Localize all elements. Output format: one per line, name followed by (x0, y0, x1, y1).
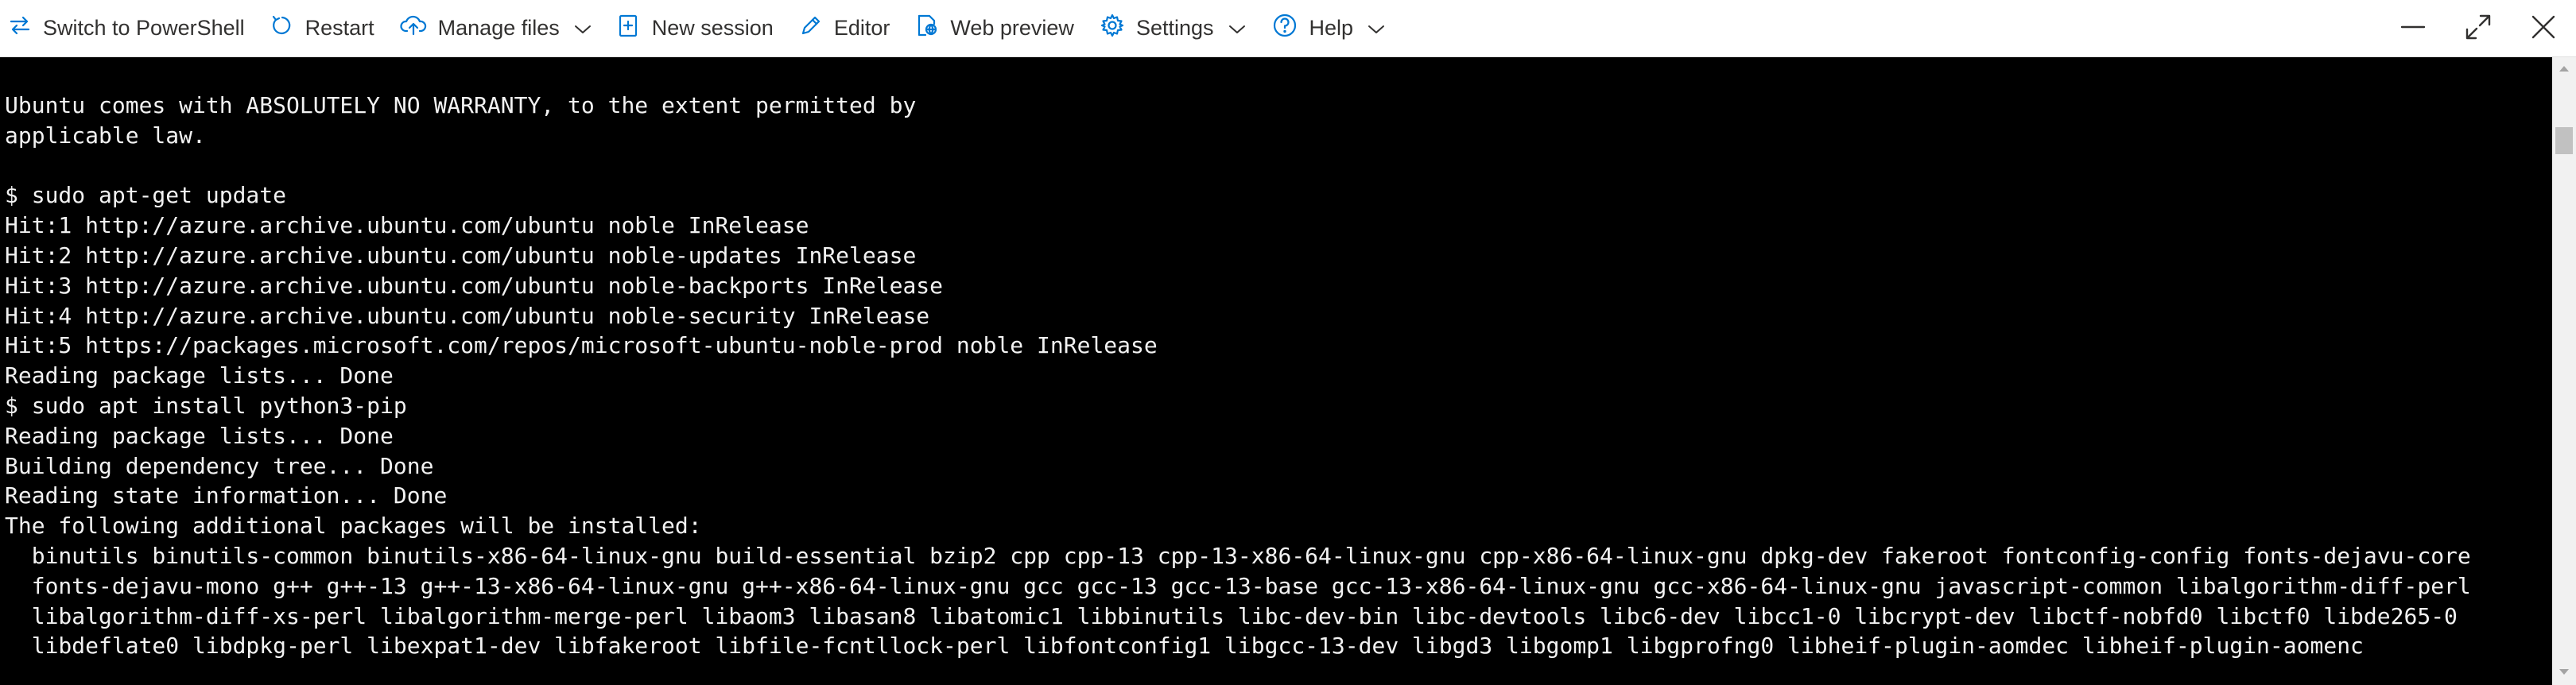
terminal-line: Building dependency tree... Done (5, 452, 434, 479)
switch-arrows-icon (8, 14, 32, 43)
editor-label: Editor (833, 16, 890, 40)
restart-button[interactable]: Restart (259, 0, 389, 57)
minimize-icon (2399, 14, 2427, 45)
web-preview-icon (915, 13, 939, 44)
terminal-line: Hit:3 http://azure.archive.ubuntu.com/ub… (5, 272, 944, 299)
manage-files-label: Manage files (437, 16, 560, 40)
pencil-icon (799, 14, 823, 43)
new-session-button[interactable]: New session (606, 0, 788, 57)
cloud-upload-icon (400, 14, 427, 43)
terminal-line: The following additional packages will b… (5, 513, 702, 540)
terminal-line: Hit:2 http://azure.archive.ubuntu.com/ub… (5, 242, 917, 269)
help-label: Help (1309, 16, 1354, 40)
switch-to-powershell-label: Switch to PowerShell (43, 16, 245, 40)
terminal-line: Reading package lists... Done (5, 362, 394, 389)
terminal-line: libalgorithm-diff-xs-perl libalgorithm-m… (5, 602, 2458, 629)
terminal-line: applicable law. (5, 122, 206, 149)
terminal-line: Hit:5 https://packages.microsoft.com/rep… (5, 332, 1158, 359)
minimize-button[interactable] (2380, 0, 2446, 57)
terminal-lines: Ubuntu comes with ABSOLUTELY NO WARRANTY… (5, 91, 2471, 661)
cloud-shell-toolbar: Switch to PowerShell Restart Manage file… (0, 0, 2576, 57)
scroll-up-arrow-icon (2559, 62, 2570, 76)
terminal-line: Ubuntu comes with ABSOLUTELY NO WARRANTY… (5, 92, 917, 118)
new-session-icon (617, 13, 641, 44)
restart-icon (270, 14, 294, 43)
chevron-down-icon (1368, 16, 1385, 41)
terminal-output[interactable]: Ubuntu comes with ABSOLUTELY NO WARRANTY… (0, 57, 2576, 685)
chevron-down-icon (574, 16, 592, 41)
scroll-up-button[interactable] (2552, 57, 2576, 81)
gear-icon (1100, 13, 1125, 44)
terminal-line: Reading state information... Done (5, 482, 448, 509)
maximize-icon (2464, 13, 2493, 45)
editor-button[interactable]: Editor (788, 0, 905, 57)
switch-to-powershell-button[interactable]: Switch to PowerShell (0, 0, 259, 57)
terminal-line: fonts-dejavu-mono g++ g++-13 g++-13-x86-… (5, 572, 2471, 599)
terminal-line: libdeflate0 libdpkg-perl libexpat1-dev l… (5, 633, 2364, 660)
terminal-line: $ sudo apt-get update (5, 182, 287, 209)
web-preview-label: Web preview (950, 16, 1074, 40)
terminal-line: Hit:4 http://azure.archive.ubuntu.com/ub… (5, 302, 930, 329)
terminal-line: Reading package lists... Done (5, 422, 394, 449)
terminal-scrollbar[interactable] (2552, 57, 2576, 685)
settings-label: Settings (1135, 16, 1214, 40)
settings-button[interactable]: Settings (1088, 0, 1260, 57)
maximize-button[interactable] (2446, 0, 2511, 57)
terminal-line: $ sudo apt install python3-pip (5, 392, 407, 419)
window-controls (2380, 0, 2576, 57)
web-preview-button[interactable]: Web preview (904, 0, 1088, 57)
chevron-down-icon (1228, 16, 1246, 41)
scroll-down-button[interactable] (2552, 661, 2576, 685)
terminal-line: Hit:1 http://azure.archive.ubuntu.com/ub… (5, 212, 809, 239)
terminal-line: binutils binutils-common binutils-x86-64… (5, 542, 2471, 569)
new-session-label: New session (651, 16, 774, 40)
close-button[interactable] (2511, 0, 2576, 57)
close-icon (2530, 14, 2557, 45)
manage-files-button[interactable]: Manage files (389, 0, 606, 57)
help-icon (1271, 12, 1298, 45)
restart-label: Restart (305, 16, 374, 40)
help-button[interactable]: Help (1260, 0, 1400, 57)
scroll-down-arrow-icon (2559, 666, 2570, 680)
scrollbar-thumb[interactable] (2555, 127, 2573, 154)
